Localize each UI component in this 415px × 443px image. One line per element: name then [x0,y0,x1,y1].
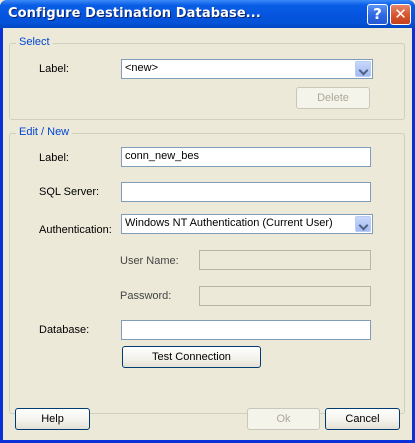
authentication-select[interactable]: Windows NT Authentication (Current User) [121,214,373,234]
authentication-label: Authentication: [39,224,112,236]
database-label: Database: [39,324,90,336]
label-select[interactable]: <new> [121,59,373,79]
select-group: Select Label: <new> Delete [9,36,405,120]
edit-group-title: Edit / New [16,126,73,138]
cancel-button[interactable]: Cancel [325,408,400,430]
sql-server-field[interactable] [121,182,371,202]
delete-button[interactable]: Delete [296,87,370,109]
sql-server-label: SQL Server: [39,186,100,198]
user-name-label: User Name: [120,255,179,267]
ok-button[interactable]: Ok [247,408,320,430]
label-select-value: <new> [125,62,159,74]
authentication-select-value: Windows NT Authentication (Current User) [125,217,333,229]
password-label: Password: [120,290,172,302]
dialog-window: Configure Destination Database... ? ✕ Se… [0,0,415,443]
help-icon[interactable]: ? [367,4,388,25]
chevron-down-icon[interactable] [355,216,371,232]
select-label-text: Label: [39,63,69,75]
edit-new-group: Edit / New Label: conn_new_bes SQL Serve… [9,126,405,414]
window-title: Configure Destination Database... [8,6,261,21]
test-connection-button[interactable]: Test Connection [122,346,261,368]
user-name-field[interactable] [199,250,371,270]
select-group-title: Select [16,36,53,48]
close-icon[interactable]: ✕ [390,4,411,25]
title-bar[interactable]: Configure Destination Database... ? ✕ [0,0,415,28]
chevron-down-icon[interactable] [355,61,371,77]
edit-label-text: Label: [39,152,69,164]
dialog-body: Select Label: <new> Delete Edit / New La… [3,28,412,440]
password-field[interactable] [199,286,371,306]
database-field[interactable] [121,320,371,340]
help-button[interactable]: Help [15,408,90,430]
label-field[interactable]: conn_new_bes [121,147,371,167]
